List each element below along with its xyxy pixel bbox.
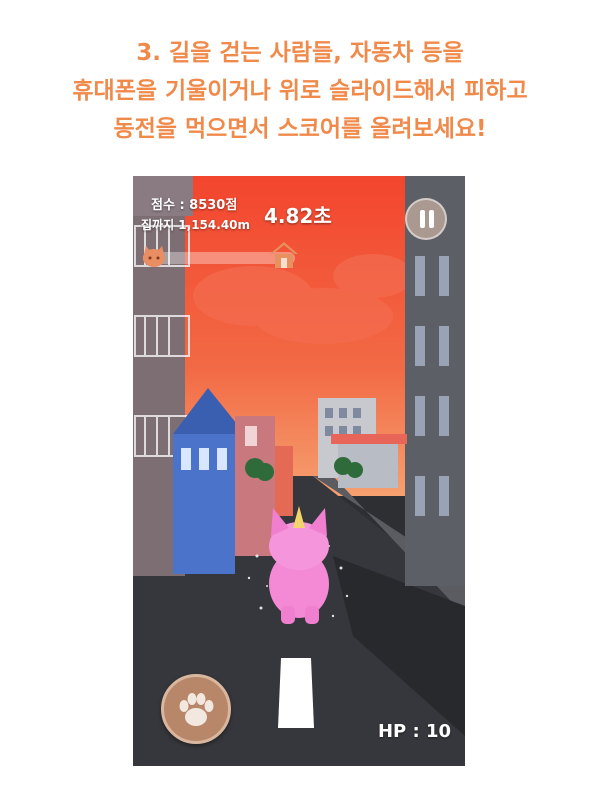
- lane-marking: [278, 658, 314, 728]
- hp-label: HP : 10: [377, 721, 451, 742]
- distance-to-home-label: 집까지 1,154.40m: [141, 218, 251, 232]
- timer-label: 4.82초: [264, 204, 332, 228]
- caption-line-2: 휴대폰을 기울이거나 위로 슬라이드해서 피하고: [72, 78, 528, 104]
- game-screen[interactable]: 점수 : 8530점 집까지 1,154.40m 4.82초 HP : 10: [133, 176, 465, 766]
- caption-line-3: 동전을 먹으면서 스코어를 올려보세요!: [113, 116, 487, 142]
- home-icon: [270, 242, 298, 268]
- instruction-caption: 3. 길을 걷는 사람들, 자동차 등을 휴대폰을 기울이거나 위로 슬라이드해…: [0, 34, 600, 148]
- caption-line-1: 3. 길을 걷는 사람들, 자동차 등을: [136, 40, 464, 66]
- pause-icon-bar: [429, 210, 434, 228]
- paw-action-button[interactable]: [161, 674, 231, 744]
- cat-head-icon: [143, 246, 165, 267]
- paw-icon: [179, 693, 214, 726]
- score-label: 점수 : 8530점: [151, 198, 238, 213]
- pause-button[interactable]: [405, 198, 447, 240]
- pause-icon: [420, 210, 425, 228]
